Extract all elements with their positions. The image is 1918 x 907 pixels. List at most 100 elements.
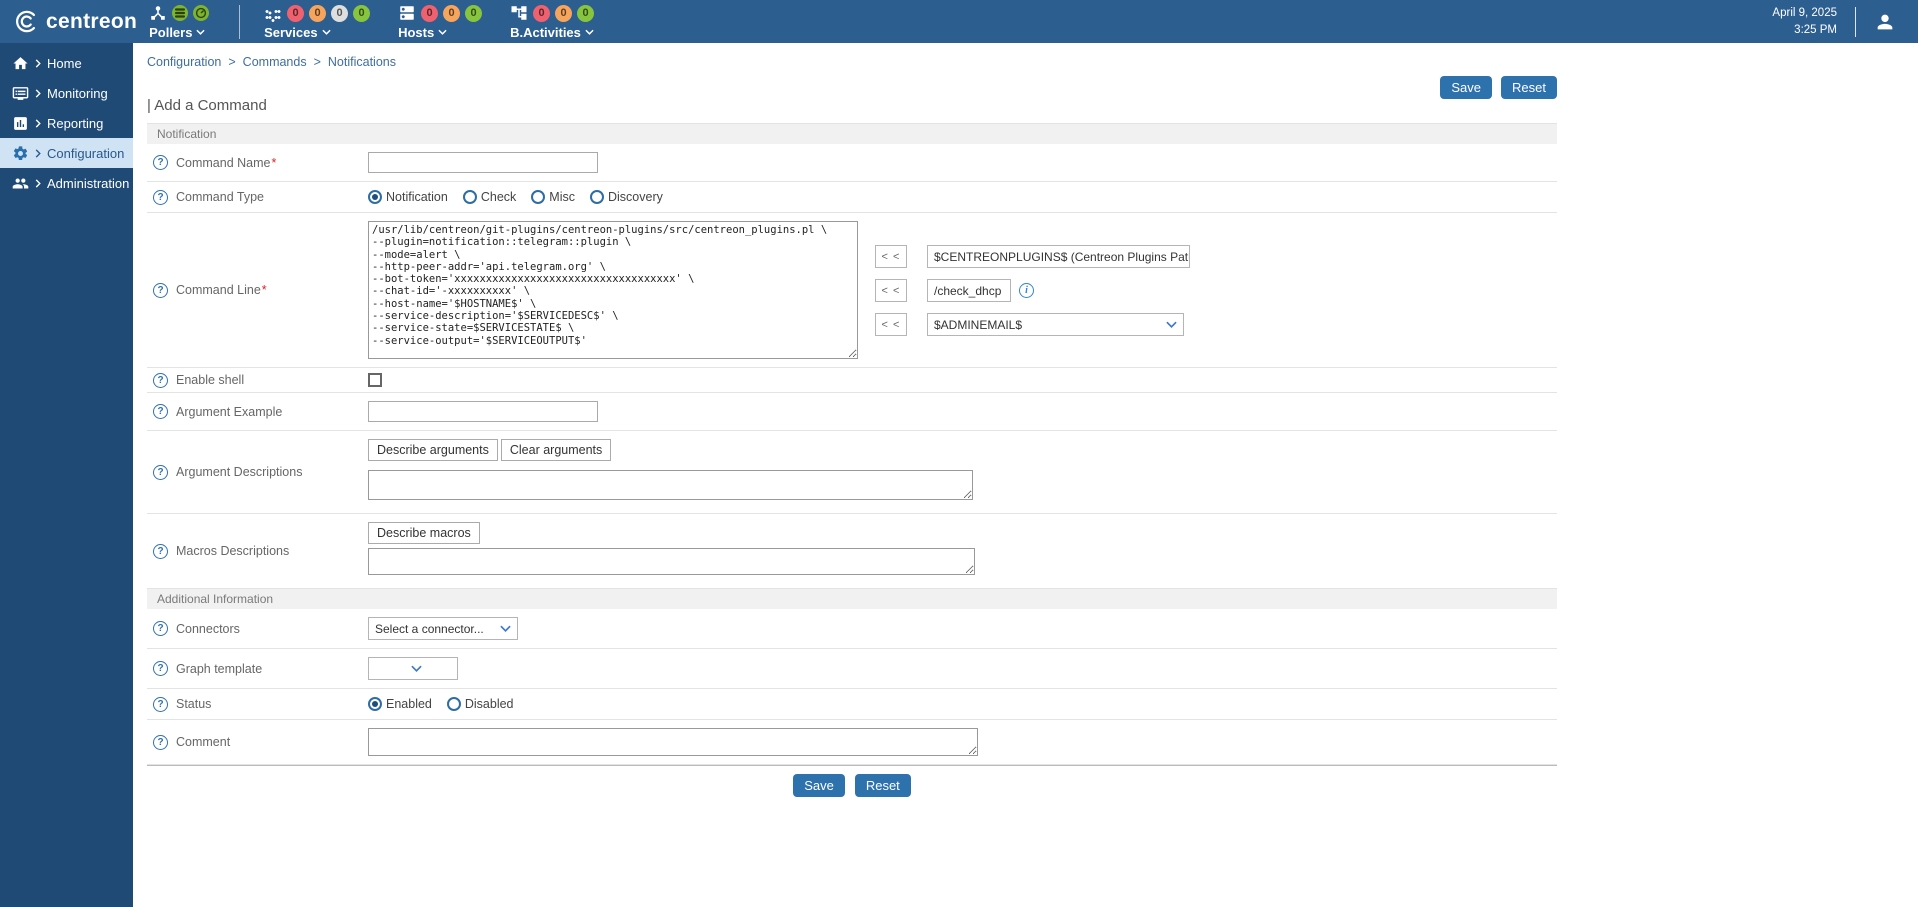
command-type-discovery-radio[interactable]: Discovery <box>590 190 663 204</box>
radio-icon <box>531 190 545 204</box>
help-icon[interactable]: ? <box>153 697 168 712</box>
sidebar-item-label: Monitoring <box>47 86 108 101</box>
plugin-path-select[interactable]: $CENTREONPLUGINS$ (Centreon Plugins Path… <box>927 245 1190 268</box>
insert-plugin-path-button[interactable]: < < <box>875 245 907 268</box>
graph-template-row: ? Graph template <box>147 649 1557 689</box>
breadcrumb: Configuration > Commands > Notifications <box>147 43 1557 69</box>
chevron-right-icon <box>35 149 41 158</box>
enable-shell-label: Enable shell <box>176 373 244 387</box>
argument-example-row: ? Argument Example <box>147 393 1557 431</box>
sidebar-item-configuration[interactable]: Configuration <box>0 138 133 168</box>
connectors-select[interactable]: Select a connector... <box>368 617 518 640</box>
macros-descriptions-textarea[interactable] <box>368 548 975 575</box>
centreon-logo[interactable]: centreon <box>0 8 149 35</box>
radio-label: Discovery <box>608 190 663 204</box>
argument-descriptions-row: ? Argument Descriptions Describe argumen… <box>147 431 1557 514</box>
breadcrumb-separator: > <box>228 55 235 69</box>
help-icon[interactable]: ? <box>153 465 168 480</box>
sidebar-item-label: Reporting <box>47 116 103 131</box>
pollers-menu[interactable]: Pollers <box>149 4 209 40</box>
hosts-warning-badge: 0 <box>443 5 460 22</box>
help-icon[interactable]: ? <box>153 404 168 419</box>
radio-label: Misc <box>549 190 575 204</box>
help-icon[interactable]: ? <box>153 190 168 205</box>
command-line-textarea[interactable]: /usr/lib/centreon/git-plugins/centreon-p… <box>368 221 858 359</box>
monitoring-icon <box>12 85 29 102</box>
info-icon[interactable]: i <box>1019 283 1034 298</box>
chevron-down-icon <box>411 665 422 672</box>
radio-icon <box>447 697 461 711</box>
breadcrumb-configuration[interactable]: Configuration <box>147 55 221 69</box>
hosts-ok-badge: 0 <box>465 5 482 22</box>
sidebar: Home Monitoring Reporting Configuration … <box>0 43 133 907</box>
help-icon[interactable]: ? <box>153 661 168 676</box>
services-menu[interactable]: 0 0 0 0 Services <box>264 4 370 40</box>
argument-example-input[interactable] <box>368 401 598 422</box>
graph-template-label: Graph template <box>176 662 262 676</box>
radio-label: Disabled <box>465 697 514 711</box>
clock-time: 3:25 PM <box>1772 22 1837 38</box>
help-icon[interactable]: ? <box>153 544 168 559</box>
header-separator <box>239 5 240 39</box>
help-icon[interactable]: ? <box>153 373 168 388</box>
breadcrumb-notifications[interactable]: Notifications <box>328 55 396 69</box>
plugin-binary-select[interactable]: /check_dhcp <box>927 279 1011 302</box>
command-type-check-radio[interactable]: Check <box>463 190 516 204</box>
describe-macros-button[interactable]: Describe macros <box>368 522 480 544</box>
comment-textarea[interactable] <box>368 728 978 756</box>
breadcrumb-separator: > <box>314 55 321 69</box>
services-unknown-badge: 0 <box>331 5 348 22</box>
command-type-misc-radio[interactable]: Misc <box>531 190 575 204</box>
status-disabled-radio[interactable]: Disabled <box>447 697 514 711</box>
main-area: Configuration > Commands > Notifications… <box>133 43 1918 907</box>
help-icon[interactable]: ? <box>153 735 168 750</box>
sidebar-item-monitoring[interactable]: Monitoring <box>0 78 133 108</box>
services-icon <box>264 4 282 22</box>
clock-date: April 9, 2025 <box>1772 5 1837 21</box>
comment-label: Comment <box>176 735 230 749</box>
describe-arguments-button[interactable]: Describe arguments <box>368 439 498 461</box>
insert-macro-button[interactable]: < < <box>875 313 907 336</box>
insert-binary-button[interactable]: < < <box>875 279 907 302</box>
chevron-down-icon <box>1166 321 1177 328</box>
status-enabled-radio[interactable]: Enabled <box>368 697 432 711</box>
section-header-notification: Notification <box>147 124 1557 144</box>
sidebar-item-home[interactable]: Home <box>0 48 133 78</box>
status-row: ? Status Enabled Disabled <box>147 689 1557 720</box>
help-icon[interactable]: ? <box>153 621 168 636</box>
reset-button-bottom[interactable]: Reset <box>855 774 911 797</box>
clear-arguments-button[interactable]: Clear arguments <box>501 439 611 461</box>
save-button-bottom[interactable]: Save <box>793 774 845 797</box>
hosts-menu[interactable]: 0 0 0 Hosts <box>398 4 482 40</box>
user-menu-button[interactable] <box>1874 11 1896 33</box>
sidebar-item-reporting[interactable]: Reporting <box>0 108 133 138</box>
macro-select[interactable]: $ADMINEMAIL$ <box>927 313 1184 336</box>
top-bar: centreon Pollers 0 0 0 <box>0 0 1918 43</box>
chevron-right-icon <box>35 119 41 128</box>
bactivities-menu[interactable]: 0 0 0 B.Activities <box>510 4 594 40</box>
graph-template-select[interactable] <box>368 657 458 680</box>
command-type-notification-radio[interactable]: Notification <box>368 190 448 204</box>
enable-shell-checkbox[interactable] <box>368 373 382 387</box>
people-icon <box>12 175 29 192</box>
add-command-form: Notification ? Command Name* ? Command T… <box>147 123 1557 809</box>
argument-descriptions-textarea[interactable] <box>368 470 973 500</box>
help-icon[interactable]: ? <box>153 283 168 298</box>
help-icon[interactable]: ? <box>153 155 168 170</box>
radio-icon <box>463 190 477 204</box>
page-title: | Add a Command <box>147 97 1557 114</box>
poller-database-status-icon <box>172 5 188 21</box>
bactivities-ok-badge: 0 <box>577 5 594 22</box>
radio-icon <box>590 190 604 204</box>
command-name-input[interactable] <box>368 152 598 173</box>
breadcrumb-commands[interactable]: Commands <box>243 55 307 69</box>
command-line-row: ? Command Line* /usr/lib/centreon/git-pl… <box>147 213 1557 368</box>
chevron-down-icon <box>196 29 205 35</box>
save-button[interactable]: Save <box>1440 76 1492 99</box>
sidebar-item-administration[interactable]: Administration <box>0 168 133 198</box>
sidebar-item-label: Home <box>47 56 82 71</box>
reset-button[interactable]: Reset <box>1501 76 1557 99</box>
connectors-row: ? Connectors Select a connector... <box>147 609 1557 649</box>
enable-shell-row: ? Enable shell <box>147 368 1557 393</box>
bactivities-menu-label: B.Activities <box>510 25 581 40</box>
